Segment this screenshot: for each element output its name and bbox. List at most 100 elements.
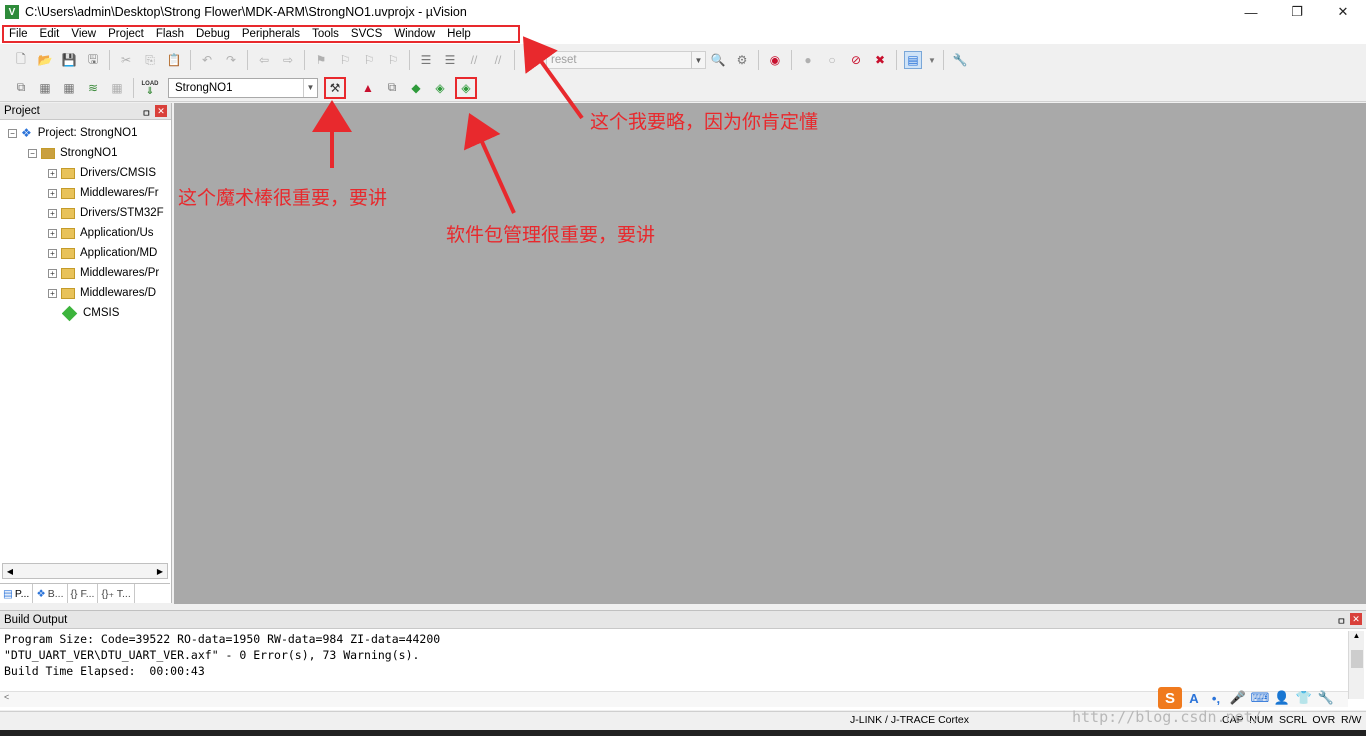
collapse-icon[interactable]: −: [8, 128, 17, 138]
scroll-right-icon[interactable]: ▶: [153, 564, 167, 578]
breakpoint-insert-icon[interactable]: ●: [799, 51, 817, 69]
build-hscrollbar[interactable]: <: [0, 691, 1348, 707]
find-icon[interactable]: 🔍: [709, 51, 727, 69]
save-icon[interactable]: 💾: [60, 51, 78, 69]
new-file-icon[interactable]: 🗋: [12, 51, 30, 69]
menu-debug[interactable]: Debug: [190, 24, 236, 44]
editor-area[interactable]: [174, 103, 1366, 604]
tab-functions[interactable]: {} F...: [68, 584, 99, 603]
close-icon[interactable]: ✕: [1350, 613, 1362, 625]
manage-project-items-icon[interactable]: ▲: [359, 79, 377, 97]
build-output-text[interactable]: Program Size: Code=39522 RO-data=1950 RW…: [0, 629, 1366, 679]
target-select[interactable]: StrongNO1 ▼: [168, 77, 318, 98]
pack-installer-icon[interactable]: ◈: [455, 76, 477, 99]
tree-item-folder[interactable]: + Application/Us: [48, 223, 154, 243]
pin-icon[interactable]: ㅁ: [1337, 613, 1346, 628]
download-icon[interactable]: LOAD ⇓: [141, 79, 159, 97]
cut-icon[interactable]: ✂: [117, 51, 135, 69]
menu-window[interactable]: Window: [388, 24, 441, 44]
find-combo[interactable]: reset ▼: [546, 51, 706, 69]
tree-item-project[interactable]: − ❖ Project: StrongNO1: [8, 123, 137, 143]
maximize-button[interactable]: ❐: [1274, 0, 1320, 24]
menu-edit[interactable]: Edit: [34, 24, 66, 44]
ime-punct-icon[interactable]: •,: [1206, 688, 1226, 708]
undo-icon[interactable]: ↶: [198, 51, 216, 69]
chevron-down-icon[interactable]: ▼: [303, 78, 317, 97]
pin-icon[interactable]: ㅁ: [142, 105, 151, 120]
scroll-left-icon[interactable]: <: [4, 692, 9, 702]
nav-forward-icon[interactable]: ⇨: [279, 51, 297, 69]
menu-svcs[interactable]: SVCS: [345, 24, 388, 44]
tab-books[interactable]: ❖ B...: [33, 584, 68, 603]
minimize-button[interactable]: —: [1228, 0, 1274, 24]
collapse-icon[interactable]: −: [28, 148, 37, 158]
bookmark-icon[interactable]: ⚑: [312, 51, 330, 69]
expand-icon[interactable]: +: [48, 208, 57, 218]
ime-mode-icon[interactable]: A: [1184, 688, 1204, 708]
menu-peripherals[interactable]: Peripherals: [236, 24, 306, 44]
scroll-thumb[interactable]: [1350, 650, 1363, 668]
translate-icon[interactable]: ⧉: [12, 79, 30, 97]
open-file-icon[interactable]: 📂: [36, 51, 54, 69]
copy-icon[interactable]: ⎘: [141, 51, 159, 69]
expand-icon[interactable]: +: [48, 268, 57, 278]
select-software-packs-icon[interactable]: ⧉: [383, 79, 401, 97]
paste-icon[interactable]: 📋: [165, 51, 183, 69]
menu-file[interactable]: File: [3, 24, 34, 44]
tree-item-folder[interactable]: + Middlewares/Fr: [48, 183, 159, 203]
build-icon[interactable]: ▦: [36, 79, 54, 97]
build-vscrollbar[interactable]: ▲: [1348, 631, 1364, 699]
save-all-icon[interactable]: 🖫: [84, 51, 102, 69]
expand-icon[interactable]: +: [48, 288, 57, 298]
sogou-logo-icon[interactable]: S: [1158, 687, 1182, 709]
scroll-up-icon[interactable]: ▲: [1349, 631, 1364, 640]
tree-item-folder[interactable]: + Middlewares/D: [48, 283, 156, 303]
bookmark-prev-icon[interactable]: ⚐: [336, 51, 354, 69]
bookmark-next-icon[interactable]: ⚐: [360, 51, 378, 69]
close-button[interactable]: ✕: [1320, 0, 1366, 24]
unindent-icon[interactable]: ☰: [441, 51, 459, 69]
scroll-left-icon[interactable]: ◀: [3, 564, 17, 578]
menu-help[interactable]: Help: [441, 24, 477, 44]
menu-flash[interactable]: Flash: [150, 24, 190, 44]
tree-item-folder[interactable]: + Drivers/STM32F: [48, 203, 164, 223]
expand-icon[interactable]: +: [48, 228, 57, 238]
find-in-files-icon[interactable]: 📁: [522, 51, 540, 69]
expand-icon[interactable]: +: [48, 248, 57, 258]
tree-item-folder[interactable]: + Drivers/CMSIS: [48, 163, 156, 183]
breakpoint-disable-all-icon[interactable]: ⊘: [847, 51, 865, 69]
manage-runtime-icon[interactable]: ◆: [407, 79, 425, 97]
configure-icon[interactable]: 🔧: [951, 51, 969, 69]
expand-icon[interactable]: +: [48, 168, 57, 178]
debug-session-icon[interactable]: ◉: [766, 51, 784, 69]
magic-wand-icon[interactable]: ⚒: [324, 76, 346, 99]
keyboard-icon[interactable]: ⌨: [1250, 688, 1270, 708]
settings-wrench-icon[interactable]: 🔧: [1316, 688, 1336, 708]
tree-item-folder[interactable]: + Application/MD: [48, 243, 157, 263]
tab-project[interactable]: ▤ P...: [0, 584, 34, 603]
tree-item-component[interactable]: CMSIS: [62, 303, 119, 323]
skin-icon[interactable]: 👕: [1294, 688, 1314, 708]
breakpoint-enable-icon[interactable]: ○: [823, 51, 841, 69]
incremental-find-icon[interactable]: ⚙: [733, 51, 751, 69]
redo-icon[interactable]: ↷: [222, 51, 240, 69]
menu-project[interactable]: Project: [102, 24, 150, 44]
stop-build-icon[interactable]: ▦: [108, 79, 126, 97]
comment-icon[interactable]: //: [465, 51, 483, 69]
breakpoint-kill-all-icon[interactable]: ✖: [871, 51, 889, 69]
expand-icon[interactable]: +: [48, 188, 57, 198]
close-icon[interactable]: ✕: [155, 105, 167, 117]
nav-back-icon[interactable]: ⇦: [255, 51, 273, 69]
chevron-down-icon[interactable]: ▼: [928, 51, 936, 69]
microphone-icon[interactable]: 🎤: [1228, 688, 1248, 708]
menu-tools[interactable]: Tools: [306, 24, 345, 44]
window-layout-icon[interactable]: ▤: [904, 51, 922, 69]
tab-templates[interactable]: {}₊ T...: [98, 584, 135, 603]
tree-item-target[interactable]: − StrongNO1: [28, 143, 118, 163]
manage-pack-icon[interactable]: ◈: [431, 79, 449, 97]
project-hscrollbar[interactable]: ◀ ▶: [2, 563, 168, 579]
batch-build-icon[interactable]: ≋: [84, 79, 102, 97]
user-icon[interactable]: 👤: [1272, 688, 1292, 708]
bookmark-clear-icon[interactable]: ⚐: [384, 51, 402, 69]
tree-item-folder[interactable]: + Middlewares/Pr: [48, 263, 159, 283]
